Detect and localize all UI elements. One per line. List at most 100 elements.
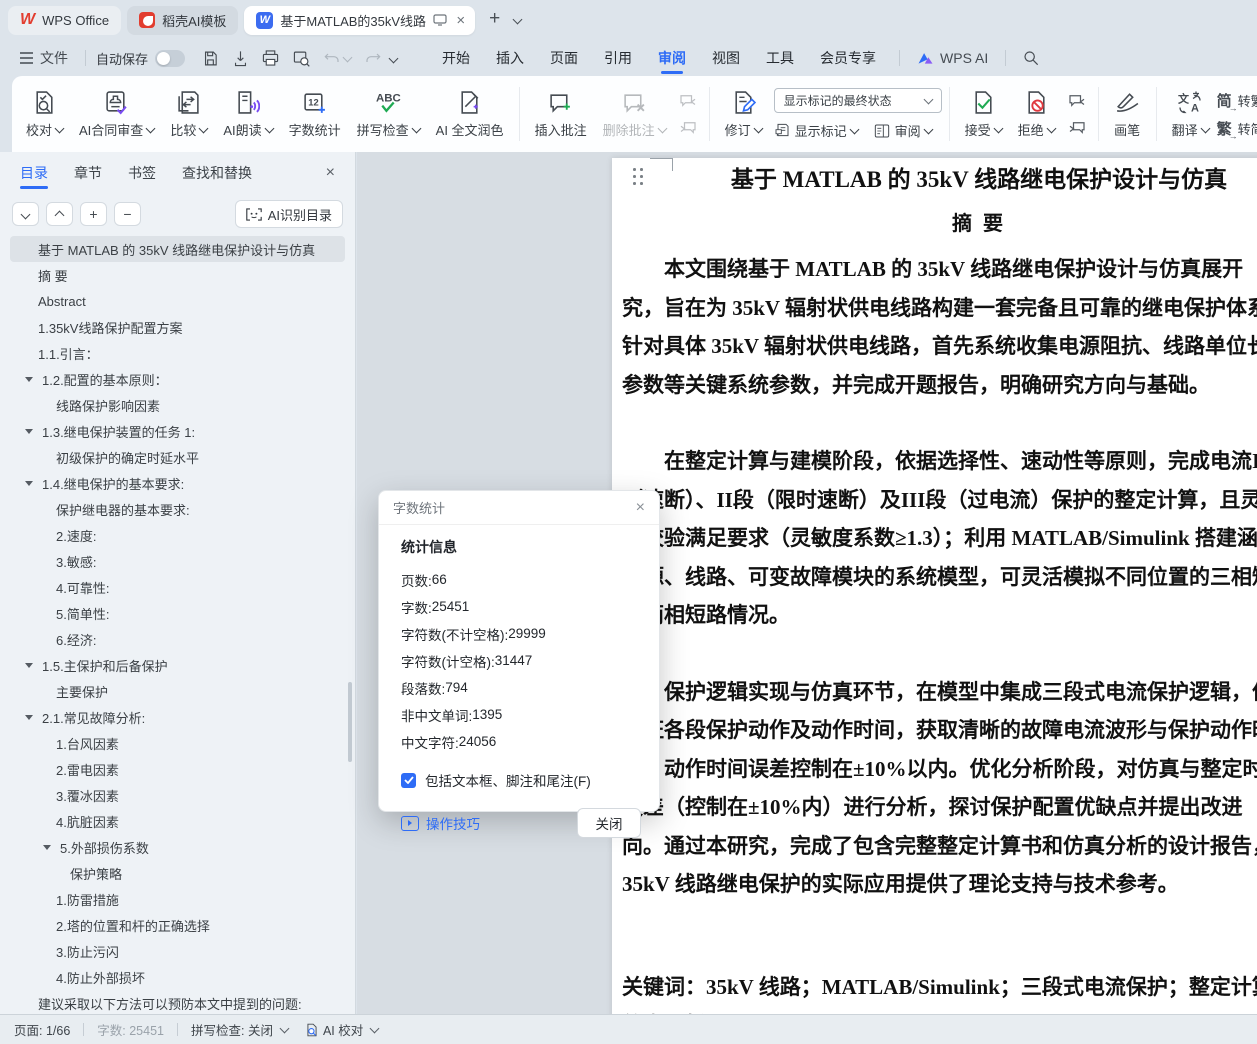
traditional-to-simplified-button[interactable]: 繁→ 转简 xyxy=(1217,118,1257,139)
compare-button[interactable]: 比较 xyxy=(162,90,215,139)
next-comment-icon[interactable] xyxy=(676,119,700,137)
tips-link[interactable]: 操作技巧 xyxy=(401,813,480,833)
toc-item[interactable]: 1.2.配置的基本原则： xyxy=(0,366,355,392)
markup-state-select[interactable]: 显示标记的最终状态 xyxy=(774,88,942,113)
menu-insert[interactable]: 插入 xyxy=(483,41,537,75)
toc-item[interactable]: 2.雷电因素 xyxy=(0,756,355,782)
undo-icon[interactable] xyxy=(317,51,358,65)
toc-item[interactable]: 保护继电器的基本要求: xyxy=(0,496,355,522)
close-sidebar-icon[interactable]: × xyxy=(326,164,335,182)
main-menu-button[interactable]: 文件 xyxy=(12,48,75,68)
collapse-all-button[interactable] xyxy=(46,202,73,226)
translate-button[interactable]: 文A 翻译 xyxy=(1164,90,1217,139)
review-pane-button[interactable]: 审阅 xyxy=(874,121,932,140)
toc-item[interactable]: 1.3.继电保护装置的任务 1: xyxy=(0,418,355,444)
accept-revision-button[interactable]: 接受 xyxy=(957,90,1010,139)
toc-item[interactable]: 初级保护的确定时延水平 xyxy=(0,444,355,470)
menu-review[interactable]: 审阅 xyxy=(645,41,699,75)
tab-wps-office[interactable]: W WPS Office xyxy=(8,6,121,35)
ai-recognize-toc-button[interactable]: AI识别目录 xyxy=(235,200,343,228)
show-markup-button[interactable]: 显示标记 xyxy=(774,121,858,140)
toc-collapse-arrow-icon[interactable] xyxy=(25,715,33,720)
track-changes-button[interactable]: 修订 xyxy=(717,90,770,139)
wps-ai-button[interactable]: WPS AI xyxy=(910,50,995,66)
document-page[interactable]: 基于 MATLAB 的 35kV 线路继电保护设计与仿真 摘 要 本文围绕基于 … xyxy=(612,158,1257,1014)
tab-list-chevron-icon[interactable] xyxy=(513,14,523,24)
tab-contents[interactable]: 目录 xyxy=(20,152,48,194)
menu-view[interactable]: 视图 xyxy=(699,41,753,75)
autosave-toggle[interactable] xyxy=(155,50,185,67)
toc-item[interactable]: 3.覆冰因素 xyxy=(0,782,355,808)
device-monitor-icon[interactable] xyxy=(433,14,447,26)
simplified-to-traditional-button[interactable]: 简→ 转繁 xyxy=(1217,90,1257,111)
ai-contract-review-button[interactable]: AI合同审查 xyxy=(71,90,162,139)
tab-sections[interactable]: 章节 xyxy=(74,152,102,194)
search-icon[interactable] xyxy=(1016,50,1046,66)
toc-item[interactable]: 3.敏感: xyxy=(0,548,355,574)
toc-item[interactable]: 建议采取以下方法可以预防本文中提到的问题: xyxy=(0,990,355,1014)
toc-item[interactable]: 5.简单性: xyxy=(0,600,355,626)
reject-revision-button[interactable]: 拒绝 xyxy=(1010,90,1063,139)
toc-item[interactable]: 5.外部损伤系数 xyxy=(0,834,355,860)
toc-item[interactable]: 1.防雷措施 xyxy=(0,886,355,912)
toc-item[interactable]: Abstract xyxy=(0,288,355,314)
spellcheck-status[interactable]: 拼写检查: 关闭 xyxy=(191,1020,288,1039)
close-tab-icon[interactable]: × xyxy=(454,13,467,28)
toc-item[interactable]: 2.塔的位置和杆的正确选择 xyxy=(0,912,355,938)
toc-item[interactable]: 2.1.常见故障分析: xyxy=(0,704,355,730)
previous-comment-icon[interactable] xyxy=(676,92,700,110)
next-revision-icon[interactable] xyxy=(1065,119,1089,137)
redo-icon[interactable] xyxy=(358,51,388,65)
print-icon[interactable] xyxy=(255,50,286,66)
toc-item[interactable]: 6.经济: xyxy=(0,626,355,652)
toc-item[interactable]: 2.速度: xyxy=(0,522,355,548)
delete-comment-button[interactable]: 删除批注 xyxy=(595,90,674,139)
toc-item[interactable]: 基于 MATLAB 的 35kV 线路继电保护设计与仿真 xyxy=(10,236,345,262)
new-tab-button[interactable]: + xyxy=(481,8,504,32)
toc-item[interactable]: 1.4.继电保护的基本要求: xyxy=(0,470,355,496)
close-dialog-button[interactable]: 关闭 xyxy=(577,808,641,838)
checkbox-checked-icon[interactable] xyxy=(401,773,416,788)
more-commands-chevron-icon[interactable] xyxy=(389,53,399,63)
zoom-out-outline-button[interactable]: − xyxy=(114,202,141,226)
expand-all-button[interactable] xyxy=(12,202,39,226)
menu-page[interactable]: 页面 xyxy=(537,41,591,75)
toc-item[interactable]: 摘 要 xyxy=(0,262,355,288)
toc-collapse-arrow-icon[interactable] xyxy=(25,663,33,668)
dialog-close-icon[interactable]: × xyxy=(636,500,645,516)
toc-collapse-arrow-icon[interactable] xyxy=(43,845,51,850)
undo-chevron-icon[interactable] xyxy=(343,52,353,62)
word-count-button[interactable]: 12 字数统计 xyxy=(281,90,349,139)
tab-docer-templates[interactable]: 稻壳AI模板 xyxy=(127,6,238,35)
save-icon[interactable] xyxy=(195,50,226,67)
menu-member[interactable]: 会员专享 xyxy=(807,41,889,75)
tab-find-replace[interactable]: 查找和替换 xyxy=(182,152,252,194)
toc-item[interactable]: 1.1.引言： xyxy=(0,340,355,366)
ai-polish-button[interactable]: AI 全文润色 xyxy=(428,90,512,139)
toc-item[interactable]: 1.台风因素 xyxy=(0,730,355,756)
ai-read-button[interactable]: AI朗读 xyxy=(215,90,280,139)
include-footnotes-checkbox-row[interactable]: 包括文本框、脚注和尾注(F) xyxy=(401,770,641,790)
word-count-indicator[interactable]: 字数: 25451 xyxy=(97,1020,164,1039)
insert-comment-button[interactable]: 插入批注 xyxy=(527,90,595,139)
toc-item[interactable]: 4.可靠性: xyxy=(0,574,355,600)
menu-home[interactable]: 开始 xyxy=(429,41,483,75)
tab-document[interactable]: W 基于MATLAB的35kV线路继 × xyxy=(244,6,475,35)
toc-item[interactable]: 主要保护 xyxy=(0,678,355,704)
menu-reference[interactable]: 引用 xyxy=(591,41,645,75)
toc-collapse-arrow-icon[interactable] xyxy=(25,377,33,382)
export-pdf-icon[interactable] xyxy=(226,50,255,67)
toc-item[interactable]: 4.肮脏因素 xyxy=(0,808,355,834)
page-indicator[interactable]: 页面: 1/66 xyxy=(14,1020,70,1039)
print-preview-icon[interactable] xyxy=(286,50,317,67)
toc-collapse-arrow-icon[interactable] xyxy=(25,429,33,434)
toc-item[interactable]: 保护策略 xyxy=(0,860,355,886)
menu-tools[interactable]: 工具 xyxy=(753,41,807,75)
ai-proofread-status[interactable]: AI 校对 xyxy=(305,1020,378,1039)
toc-item[interactable]: 3.防止污闪 xyxy=(0,938,355,964)
toc-item[interactable]: 线路保护影响因素 xyxy=(0,392,355,418)
previous-revision-icon[interactable] xyxy=(1065,92,1089,110)
spell-check-button[interactable]: ABC 拼写检查 xyxy=(349,90,428,139)
zoom-in-outline-button[interactable]: + xyxy=(80,202,107,226)
sidebar-scrollbar[interactable] xyxy=(348,682,352,762)
